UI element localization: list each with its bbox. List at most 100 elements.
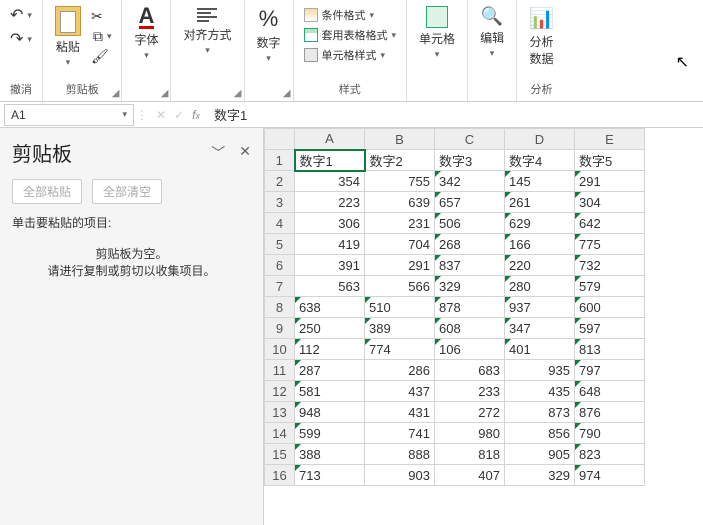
cell[interactable]: 数字5 <box>575 150 645 171</box>
cell[interactable]: 233 <box>435 381 505 402</box>
cell[interactable]: 813 <box>575 339 645 360</box>
select-all-corner[interactable] <box>265 129 295 150</box>
cell[interactable]: 878 <box>435 297 505 318</box>
row-header[interactable]: 3 <box>265 192 295 213</box>
row-header[interactable]: 4 <box>265 213 295 234</box>
cell[interactable]: 419 <box>295 234 365 255</box>
cell[interactable]: 713 <box>295 465 365 486</box>
cell[interactable]: 876 <box>575 402 645 423</box>
cell[interactable]: 306 <box>295 213 365 234</box>
cell[interactable]: 600 <box>575 297 645 318</box>
cell[interactable]: 563 <box>295 276 365 297</box>
worksheet-grid[interactable]: ABCDE1数字1数字2数字3数字4数字52354755342145291322… <box>264 128 703 525</box>
undo-button[interactable]: ▾ <box>8 4 34 26</box>
cell[interactable]: 837 <box>435 255 505 276</box>
cell[interactable]: 974 <box>575 465 645 486</box>
editing-button[interactable]: 编辑 ▾ <box>476 4 508 61</box>
paste-all-button[interactable]: 全部粘贴 <box>12 179 82 204</box>
cell[interactable]: 391 <box>295 255 365 276</box>
cell[interactable]: 774 <box>365 339 435 360</box>
cell[interactable]: 437 <box>365 381 435 402</box>
cell[interactable]: 106 <box>435 339 505 360</box>
cell[interactable]: 286 <box>365 360 435 381</box>
cell[interactable]: 407 <box>435 465 505 486</box>
cell[interactable]: 629 <box>505 213 575 234</box>
column-header[interactable]: D <box>505 129 575 150</box>
cell[interactable]: 354 <box>295 171 365 192</box>
row-header[interactable]: 13 <box>265 402 295 423</box>
row-header[interactable]: 11 <box>265 360 295 381</box>
cell[interactable]: 250 <box>295 318 365 339</box>
row-header[interactable]: 5 <box>265 234 295 255</box>
cell[interactable]: 797 <box>575 360 645 381</box>
cell[interactable]: 648 <box>575 381 645 402</box>
cell[interactable]: 948 <box>295 402 365 423</box>
cell[interactable]: 937 <box>505 297 575 318</box>
cell[interactable]: 287 <box>295 360 365 381</box>
alignment-button[interactable]: 对齐方式 ▾ <box>179 4 235 58</box>
cell[interactable]: 642 <box>575 213 645 234</box>
cell[interactable]: 数字3 <box>435 150 505 171</box>
close-icon[interactable]: ✕ <box>239 143 251 163</box>
cell[interactable]: 347 <box>505 318 575 339</box>
column-header[interactable]: E <box>575 129 645 150</box>
cell[interactable]: 608 <box>435 318 505 339</box>
cell[interactable]: 856 <box>505 423 575 444</box>
cell[interactable]: 581 <box>295 381 365 402</box>
cell[interactable]: 435 <box>505 381 575 402</box>
column-header[interactable]: C <box>435 129 505 150</box>
cell[interactable]: 935 <box>505 360 575 381</box>
cell[interactable]: 506 <box>435 213 505 234</box>
number-button[interactable]: 数字 ▾ <box>253 4 285 66</box>
row-header[interactable]: 1 <box>265 150 295 171</box>
name-box[interactable]: A1 ▾ <box>4 104 134 126</box>
cell[interactable]: 数字2 <box>365 150 435 171</box>
row-header[interactable]: 16 <box>265 465 295 486</box>
cell[interactable]: 261 <box>505 192 575 213</box>
cell[interactable]: 980 <box>435 423 505 444</box>
font-dialog-launcher[interactable]: ◢ <box>161 88 169 99</box>
row-header[interactable]: 7 <box>265 276 295 297</box>
chevron-down-icon[interactable]: ▾ <box>122 109 127 120</box>
cell[interactable]: 431 <box>365 402 435 423</box>
cell[interactable]: 272 <box>435 402 505 423</box>
cell[interactable]: 903 <box>365 465 435 486</box>
cell[interactable]: 818 <box>435 444 505 465</box>
cell[interactable]: 401 <box>505 339 575 360</box>
redo-button[interactable]: ▾ <box>8 28 34 50</box>
cell-styles-button[interactable]: 单元格样式▾ <box>302 46 388 64</box>
cell[interactable]: 389 <box>365 318 435 339</box>
cell[interactable]: 566 <box>365 276 435 297</box>
cell[interactable]: 823 <box>575 444 645 465</box>
cell[interactable]: 888 <box>365 444 435 465</box>
column-header[interactable]: B <box>365 129 435 150</box>
cell[interactable]: 280 <box>505 276 575 297</box>
row-header[interactable]: 14 <box>265 423 295 444</box>
cell[interactable]: 639 <box>365 192 435 213</box>
cell[interactable]: 231 <box>365 213 435 234</box>
row-header[interactable]: 6 <box>265 255 295 276</box>
cell[interactable]: 741 <box>365 423 435 444</box>
cell[interactable]: 268 <box>435 234 505 255</box>
clear-all-button[interactable]: 全部清空 <box>92 179 162 204</box>
cell[interactable]: 638 <box>295 297 365 318</box>
fx-icon[interactable]: fx <box>192 108 200 122</box>
row-header[interactable]: 2 <box>265 171 295 192</box>
format-as-table-button[interactable]: 套用表格格式▾ <box>302 26 399 44</box>
cell[interactable]: 304 <box>575 192 645 213</box>
cell[interactable]: 166 <box>505 234 575 255</box>
cell[interactable]: 数字4 <box>505 150 575 171</box>
column-header[interactable]: A <box>295 129 365 150</box>
cut-button[interactable] <box>91 8 103 25</box>
cell[interactable]: 657 <box>435 192 505 213</box>
cell[interactable]: 790 <box>575 423 645 444</box>
cell[interactable]: 704 <box>365 234 435 255</box>
cell[interactable]: 905 <box>505 444 575 465</box>
cell[interactable]: 873 <box>505 402 575 423</box>
cell[interactable]: 775 <box>575 234 645 255</box>
row-header[interactable]: 8 <box>265 297 295 318</box>
copy-button[interactable]: ▾ <box>91 27 114 46</box>
paste-button[interactable]: 粘贴 ▾ <box>51 4 85 70</box>
analyze-data-button[interactable]: 分析 数据 <box>525 4 558 69</box>
cell[interactable]: 732 <box>575 255 645 276</box>
